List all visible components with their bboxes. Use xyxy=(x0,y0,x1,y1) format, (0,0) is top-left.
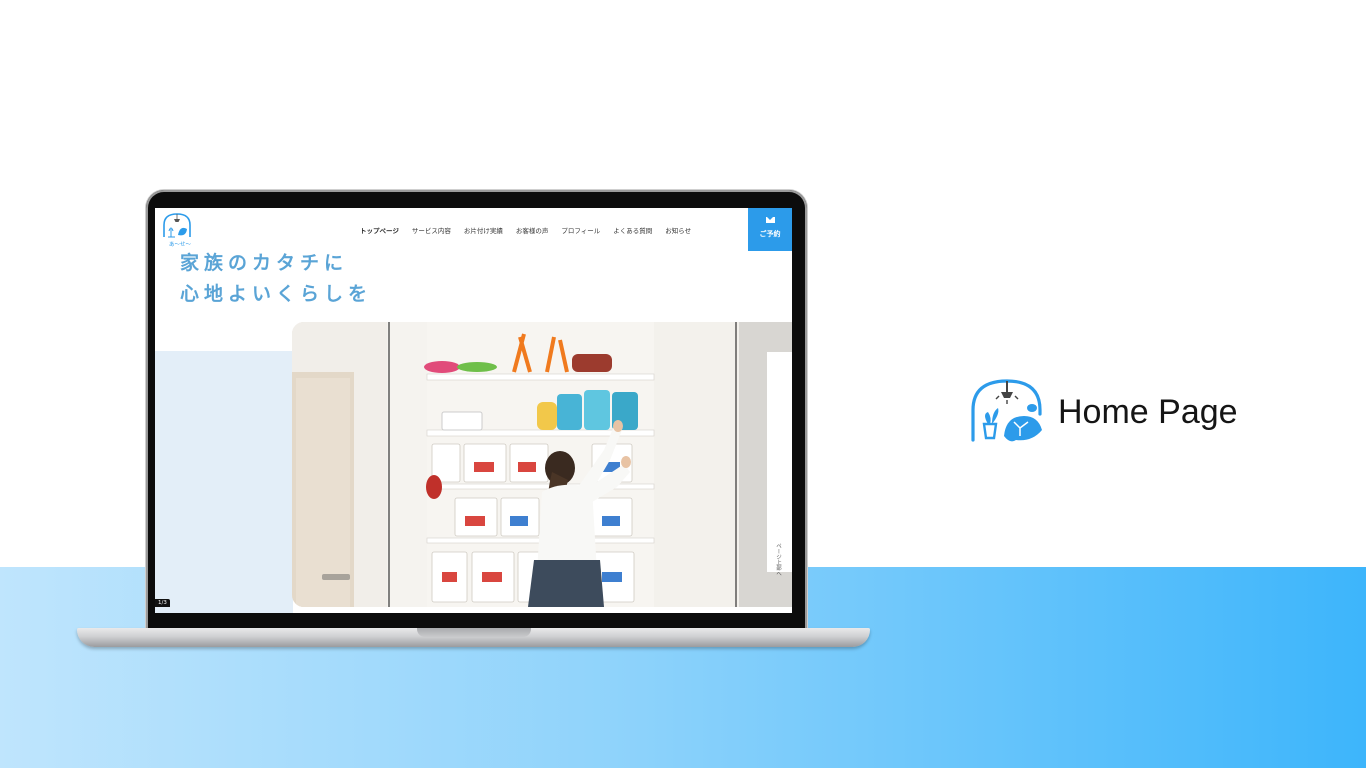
nav-item-news[interactable]: お知らせ xyxy=(665,225,691,235)
laptop-notch xyxy=(417,628,531,637)
nav-item-voice[interactable]: お客様の声 xyxy=(516,225,549,235)
closet-photo xyxy=(292,322,792,607)
house-plant-turtle-icon xyxy=(971,379,1042,442)
slide-counter: 1/3 xyxy=(155,599,170,607)
svg-text:あ〜せ〜: あ〜せ〜 xyxy=(169,241,192,248)
hero-line-1: 家族のカタチに xyxy=(180,252,349,274)
nav-item-top[interactable]: トップページ xyxy=(360,225,399,235)
back-to-top-link[interactable]: ページ上部へ xyxy=(772,543,782,576)
hero-line-2: 心地よいくらしを xyxy=(180,283,373,305)
page-title: Home Page xyxy=(1058,393,1238,431)
hero-image xyxy=(292,322,792,607)
hero-background-panel xyxy=(155,351,293,613)
nav-item-faq[interactable]: よくある質問 xyxy=(613,225,652,235)
house-logo-icon[interactable]: あ〜せ〜 xyxy=(160,211,194,249)
main-nav: トップページ サービス内容 お片付け実績 お客様の声 プロフィール よくある質問… xyxy=(360,225,691,235)
nav-item-profile[interactable]: プロフィール xyxy=(561,225,600,235)
mail-icon xyxy=(765,217,775,223)
nav-item-service[interactable]: サービス内容 xyxy=(412,225,451,235)
reserve-label: ご予約 xyxy=(759,230,781,238)
hero-heading: 家族のカタチに 心地よいくらしを xyxy=(180,248,372,310)
nav-item-results[interactable]: お片付け実績 xyxy=(464,225,503,235)
website-screen: あ〜せ〜 トップページ サービス内容 お片付け実績 お客様の声 プロフィール よ… xyxy=(155,208,792,613)
reserve-button[interactable]: ご予約 xyxy=(748,208,792,251)
